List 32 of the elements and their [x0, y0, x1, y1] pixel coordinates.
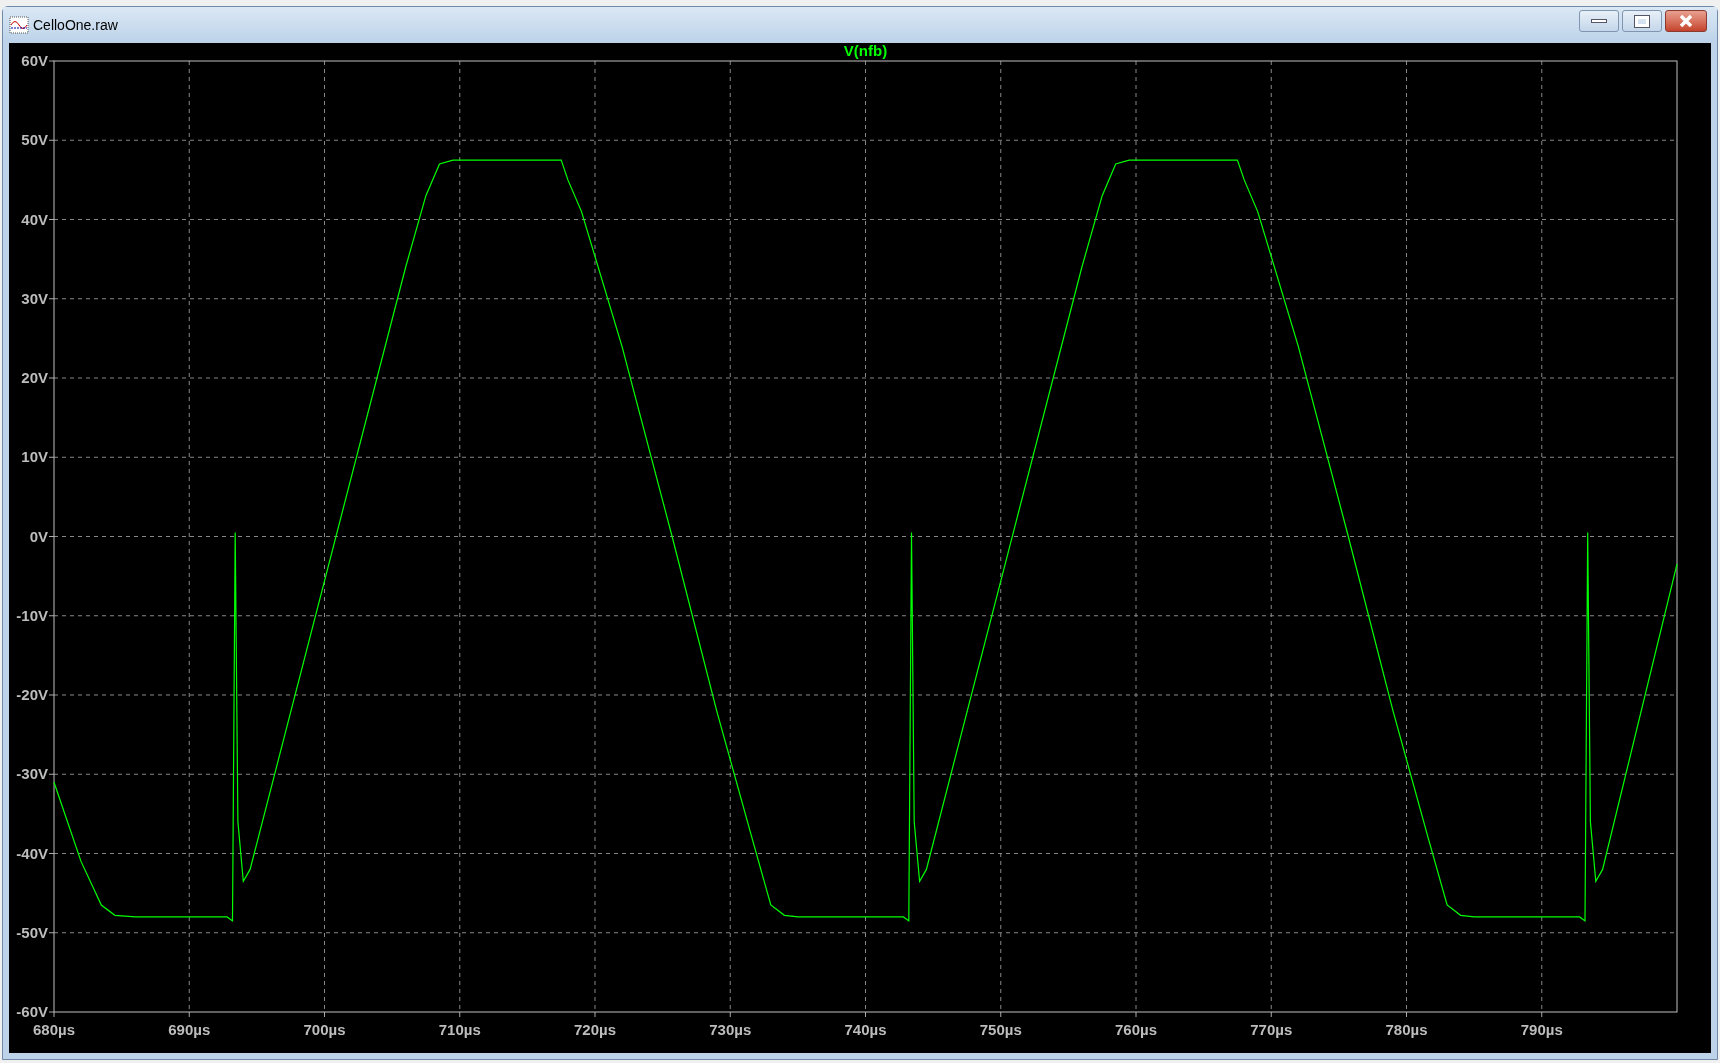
axis-tick-label: -60V [16, 1003, 48, 1020]
minimize-button[interactable] [1579, 10, 1619, 32]
axis-tick-label: -50V [16, 923, 48, 941]
axis-tick-label: 750µs [979, 1021, 1022, 1038]
waveform-app-icon [9, 16, 29, 34]
axis-tick-label: 760µs [1115, 1021, 1157, 1038]
axis-tick-label: 740µs [844, 1021, 887, 1038]
axis-tick-label: 720µs [574, 1021, 616, 1038]
axis-tick-label: 770µs [1250, 1021, 1293, 1038]
axis-tick-label: 690µs [168, 1021, 211, 1038]
axis-tick-label: 730µs [709, 1021, 752, 1038]
axis-tick-label: 700µs [303, 1021, 346, 1038]
close-button[interactable] [1665, 10, 1707, 32]
axis-tick-label: 680µs [33, 1021, 75, 1038]
axis-tick-label: 30V [21, 289, 48, 307]
axis-tick-label: -20V [16, 686, 48, 703]
axis-tick-label: 0V [29, 527, 48, 545]
window-title: CelloOne.raw [33, 15, 118, 35]
axis-tick-label: -30V [16, 765, 48, 783]
axis-tick-label: 710µs [438, 1021, 481, 1038]
axis-tick-label: 780µs [1385, 1021, 1428, 1038]
axis-tick-label: 50V [21, 131, 48, 149]
axis-tick-label: -10V [16, 606, 48, 624]
axis-tick-label: 790µs [1520, 1021, 1563, 1038]
trace-label: V(nfb) [843, 43, 888, 59]
axis-tick-label: 20V [21, 369, 48, 386]
axis-tick-label: 60V [21, 52, 48, 69]
axis-tick-label: 40V [21, 210, 48, 228]
close-icon [1678, 14, 1694, 28]
axis-tick-label: -40V [16, 844, 48, 862]
axis-tick-label: 10V [21, 448, 48, 466]
maximize-button[interactable] [1622, 10, 1662, 32]
